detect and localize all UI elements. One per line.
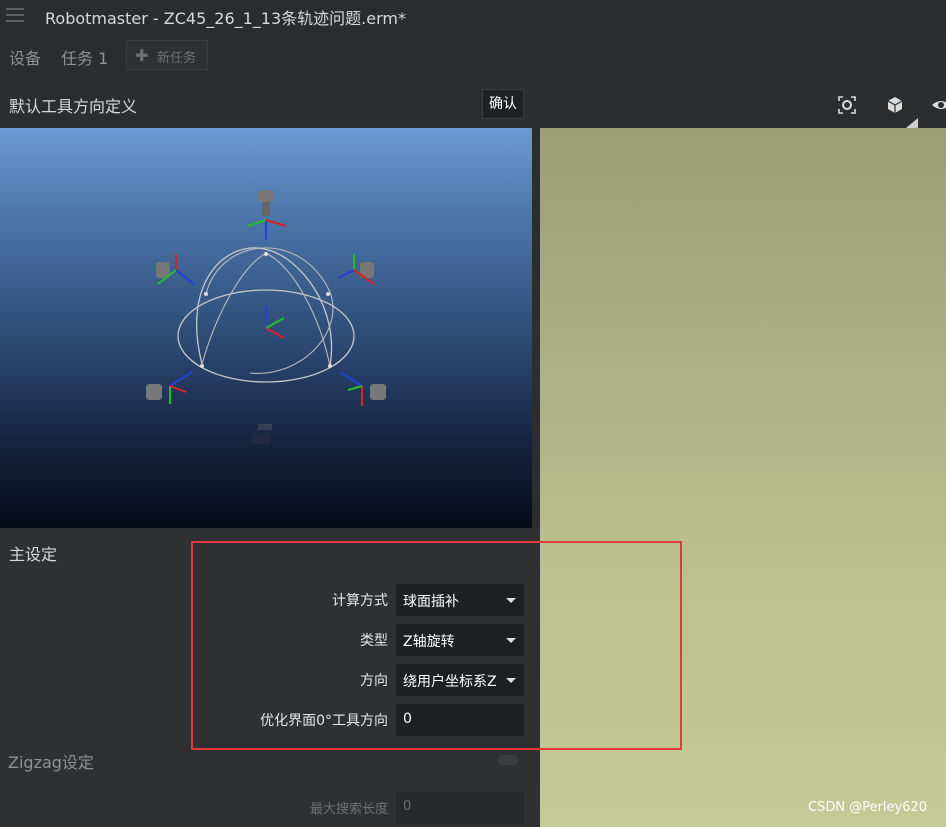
plus-icon: ✚ xyxy=(135,46,149,65)
zigzag-settings-title: Zigzag设定 xyxy=(8,753,94,772)
eye-icon[interactable] xyxy=(930,94,946,116)
new-task-label: 新任务 xyxy=(157,51,197,66)
viewport-corner-handle[interactable] xyxy=(906,118,918,128)
max-search-length-value: 0 xyxy=(403,799,412,814)
max-search-length-input[interactable]: 0 xyxy=(396,792,524,824)
panel-title: 默认工具方向定义 xyxy=(9,97,138,116)
confirm-button[interactable]: 确认 xyxy=(482,89,524,119)
window-title: Robotmaster - ZC45_26_1_13条轨迹问题.erm* xyxy=(45,9,406,28)
tab-device[interactable]: 设备 xyxy=(9,45,41,69)
orientation-sphere-graphic xyxy=(146,190,386,444)
tool-orientation-preview[interactable] xyxy=(0,128,532,528)
max-search-length-label: 最大搜索长度 xyxy=(309,802,388,817)
hamburger-menu-icon[interactable] xyxy=(6,8,24,24)
main-settings-title: 主设定 xyxy=(9,545,58,564)
target-icon[interactable] xyxy=(836,94,858,116)
cube-icon[interactable] xyxy=(884,94,906,116)
zigzag-toggle[interactable] xyxy=(498,755,518,765)
watermark: CSDN @Perley620 xyxy=(808,800,928,815)
tab-task-1[interactable]: 任务 1 xyxy=(61,45,108,69)
highlight-annotation-box xyxy=(191,541,682,750)
new-task-button[interactable]: ✚ 新任务 xyxy=(126,40,208,70)
